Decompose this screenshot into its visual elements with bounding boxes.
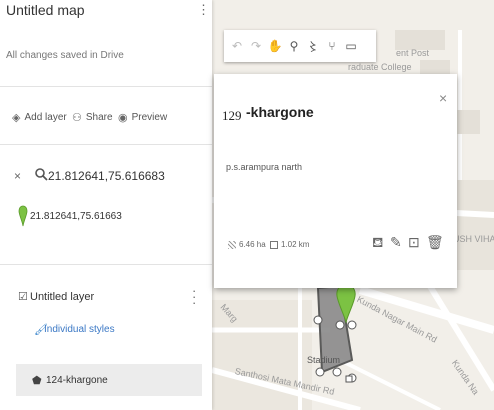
preview-label: Preview — [131, 111, 168, 123]
feature-title: -khargone — [246, 104, 314, 120]
map-title[interactable]: Untitled map — [6, 2, 85, 18]
style-bucket-icon[interactable]: ⛾ — [372, 234, 383, 253]
delete-icon[interactable]: 🗑 — [426, 234, 444, 251]
directions-icon[interactable]: ⑂ — [323, 35, 341, 57]
search-query[interactable]: 21.812641,75.616683 — [48, 169, 165, 183]
vertex-handle[interactable] — [345, 375, 353, 383]
ruler-icon[interactable]: ▭ — [342, 35, 360, 57]
layer-checkbox[interactable]: ☑ — [18, 290, 28, 303]
divider — [0, 86, 212, 87]
polygon-icon: ⬟ — [32, 375, 42, 387]
length-icon — [270, 240, 278, 249]
close-search-icon[interactable]: × — [14, 169, 21, 183]
camera-icon[interactable]: ⊡ — [408, 234, 420, 251]
divider — [0, 144, 212, 145]
close-icon[interactable]: × — [439, 90, 447, 106]
panel-menu-icon[interactable]: ⋮ — [197, 2, 210, 18]
hand-icon[interactable]: ✋ — [266, 35, 284, 57]
add-layer-icon: ◈ — [12, 111, 21, 124]
map-label-college: raduate College — [348, 62, 412, 72]
feature-info-card: 129 -khargone × p.s.arampura narth 6.46 … — [214, 74, 457, 288]
layer-menu-icon[interactable]: · · · — [192, 284, 196, 309]
edit-icon[interactable]: ✎ — [390, 234, 402, 251]
map-label-post-office: ent Post — [396, 48, 430, 58]
feature-description: p.s.arampura narth — [226, 162, 303, 172]
vertex-handle[interactable] — [315, 367, 325, 377]
area-value: 6.46 ha — [239, 240, 266, 249]
share-label: Share — [85, 111, 113, 123]
feature-number: 129 — [222, 108, 242, 123]
feature-row[interactable]: ⬟ 124-khargone — [16, 364, 202, 396]
add-layer-button[interactable]: ◈ Add layer — [12, 110, 67, 124]
vertex-handle[interactable] — [335, 320, 345, 330]
redo-icon[interactable]: ↷ — [247, 35, 265, 57]
draw-line-icon[interactable]: 〻 — [304, 35, 322, 57]
feature-name: 124-khargone — [46, 375, 108, 386]
map-toolbar: ↶ ↷ ✋ ⚲ 〻 ⑂ ▭ — [224, 30, 376, 62]
result-pin-icon — [18, 205, 28, 227]
layer-name[interactable]: Untitled layer — [30, 291, 94, 303]
search-icon — [35, 168, 48, 181]
share-icon: ⚇ — [72, 111, 82, 124]
vertex-handle[interactable] — [313, 315, 323, 325]
individual-styles-link[interactable]: Individual styles — [44, 324, 115, 335]
save-status: All changes saved in Drive — [6, 50, 124, 61]
search-result[interactable]: 21.812641,75.61663 — [30, 211, 122, 222]
left-panel: Untitled map ⋮ All changes saved in Driv… — [0, 0, 212, 410]
divider — [0, 264, 212, 265]
marker-icon[interactable]: ⚲ — [285, 35, 303, 57]
length-value: 1.02 km — [281, 240, 310, 249]
undo-icon[interactable]: ↶ — [228, 35, 246, 57]
vertex-handle[interactable] — [332, 367, 342, 377]
map-label-stadium: Stadium — [307, 355, 341, 365]
share-button[interactable]: ⚇ Share — [72, 110, 113, 124]
preview-button[interactable]: ◉ Preview — [118, 110, 167, 124]
vertex-handle[interactable] — [347, 320, 357, 330]
area-icon — [228, 240, 236, 249]
length-measure: 1.02 km — [270, 240, 309, 249]
map-label-vihar: USH VIHA — [453, 234, 494, 244]
area-measure: 6.46 ha — [228, 240, 266, 249]
preview-icon: ◉ — [118, 111, 128, 124]
add-layer-label: Add layer — [24, 111, 67, 123]
